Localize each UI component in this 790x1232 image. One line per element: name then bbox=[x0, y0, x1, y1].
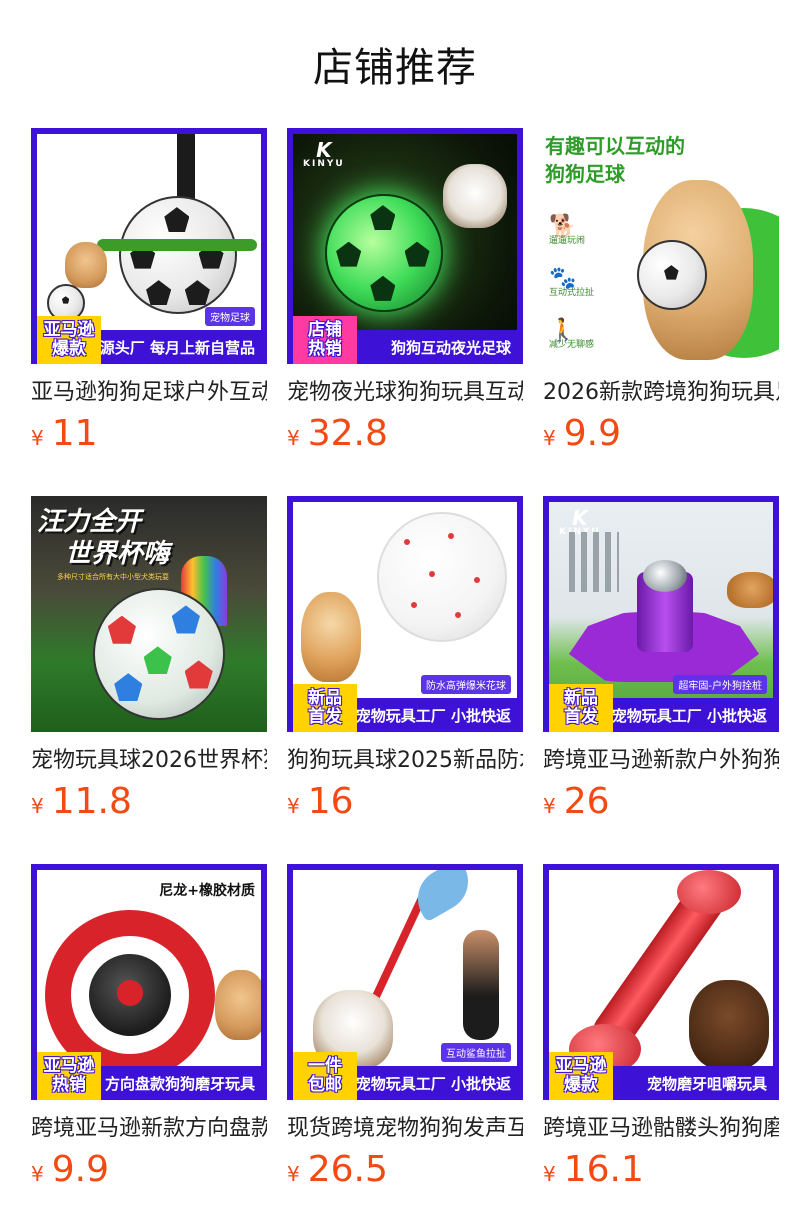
product-image[interactable]: K KINYU 宠物磨牙咀嚼玩具 亚马逊 爆款 bbox=[543, 864, 779, 1100]
product-price: ¥9.9 bbox=[31, 1149, 109, 1190]
product-title[interactable]: 亚马逊狗狗足球户外互动训练玩具 bbox=[31, 378, 267, 408]
promo-badge: 一件 包邮 bbox=[293, 1052, 357, 1100]
product-price: ¥26.5 bbox=[287, 1149, 388, 1190]
product-title[interactable]: 宠物玩具球2026世界杯狗狗足球 bbox=[31, 746, 267, 776]
product-title[interactable]: 跨境亚马逊新款方向盘款狗狗磨牙玩具 bbox=[31, 1114, 267, 1144]
product-title[interactable]: 跨境亚马逊新款户外狗狗拴桩 bbox=[543, 746, 779, 776]
dog-image bbox=[65, 242, 107, 288]
product-title[interactable]: 狗狗玩具球2025新品防水高弹爆米花球 bbox=[287, 746, 523, 776]
product-card[interactable]: K KINYU 防水高弹爆米花球 宠物玩具工厂 小批快返 新品 首发 狗狗玩具球20… bbox=[287, 496, 523, 822]
product-card[interactable]: KKINYU 超牢固-户外狗拴桩 宠物玩具工厂 小批快返 新品首发 跨境亚马逊新… bbox=[543, 496, 779, 822]
image-headline: 汪力全开 世界杯嗨 bbox=[37, 507, 170, 569]
product-card[interactable]: 有趣可以互动的 狗狗足球 🐕 遛遛玩闹 🐾 互动式拉扯 🚶 减少无聊感 2026新款跨境… bbox=[543, 128, 779, 454]
brand-logo: KKINYU bbox=[559, 874, 601, 905]
image-tag: 宠物足球 bbox=[205, 307, 255, 326]
product-title[interactable]: 2026新款跨境狗狗玩具足球互动 bbox=[543, 378, 779, 408]
page-title: 店铺推荐 bbox=[313, 45, 477, 91]
dog-image bbox=[443, 164, 507, 228]
feature-list: 🐕 遛遛玩闹 🐾 互动式拉扯 🚶 减少无聊感 bbox=[549, 214, 595, 351]
product-card[interactable]: KKINYU 狗狗互动夜光足球 店铺热销 宠物夜光球狗狗玩具互动夜光足球 ¥32… bbox=[287, 128, 523, 454]
image-tag: 互动鲨鱼拉扯 bbox=[441, 1043, 511, 1062]
promo-badge: 亚马逊 爆款 bbox=[549, 1052, 613, 1100]
shop-recommend-header: 店铺推荐 bbox=[0, 0, 790, 128]
brand-logo: KKINYU bbox=[303, 138, 345, 169]
image-subtitle: 多种尺寸适合所有大中小型犬类玩耍 bbox=[57, 573, 169, 581]
product-price: ¥11.8 bbox=[31, 781, 132, 822]
brand-logo: KKINYU bbox=[303, 874, 345, 905]
brand-logo: KKINYU bbox=[47, 874, 89, 905]
promo-badge: 新品 首发 bbox=[549, 684, 613, 732]
soccer-ball-icon bbox=[119, 196, 237, 314]
product-price: ¥11 bbox=[31, 413, 98, 454]
product-price: ¥16 bbox=[287, 781, 354, 822]
dog-image bbox=[301, 592, 361, 682]
promo-badge: 亚马逊 热销 bbox=[37, 1052, 101, 1100]
promo-badge: 亚马逊 爆款 bbox=[37, 316, 101, 364]
product-card[interactable]: K KINYU 互动鲨鱼拉扯 宠物玩具工厂 小批快返 一件 包邮 现货跨境宠物狗狗发… bbox=[287, 864, 523, 1190]
brand-logo: KKINYU bbox=[47, 138, 89, 169]
product-card[interactable]: K KINYU 尼龙+橡胶材质 方向盘款狗狗磨牙玩具 亚马逊 热销 跨境亚马逊新款方… bbox=[31, 864, 267, 1190]
product-image[interactable]: K KINYU 狗狗互动夜光足球 店铺 热销 bbox=[287, 128, 523, 364]
product-price: ¥32.8 bbox=[287, 413, 388, 454]
product-title[interactable]: 宠物夜光球狗狗玩具互动夜光足球 bbox=[287, 378, 523, 408]
image-headline: 尼龙+橡胶材质 bbox=[159, 883, 255, 899]
dog-image bbox=[727, 572, 773, 608]
product-image[interactable]: 汪力全开 世界杯嗨 多种尺寸适合所有大中小型犬类玩耍 bbox=[31, 496, 267, 732]
product-image[interactable]: 有趣可以互动的 狗狗足球 🐕 遛遛玩闹 🐾 互动式拉扯 🚶 减少无聊感 bbox=[543, 128, 779, 364]
product-image[interactable]: K KINYU 宠物足球 源头厂 每月上新自营品 亚马逊 爆款 bbox=[31, 128, 267, 364]
product-image[interactable]: KKINYU 超牢固-户外狗拴桩 宠物玩具工厂 小批快返 新品首发 bbox=[543, 496, 779, 732]
product-price: ¥26 bbox=[543, 781, 610, 822]
image-headline: 有趣可以互动的 狗狗足球 bbox=[545, 134, 685, 186]
product-title[interactable]: 跨境亚马逊骷髅头狗狗磨牙咀嚼玩具 bbox=[543, 1114, 779, 1144]
product-image[interactable]: K KINYU 尼龙+橡胶材质 方向盘款狗狗磨牙玩具 亚马逊 热销 bbox=[31, 864, 267, 1100]
product-price: ¥9.9 bbox=[543, 413, 621, 454]
product-image[interactable]: K KINYU 互动鲨鱼拉扯 宠物玩具工厂 小批快返 一件 包邮 bbox=[287, 864, 523, 1100]
popcorn-ball-icon bbox=[377, 512, 507, 642]
dog-image bbox=[689, 980, 769, 1070]
product-price: ¥16.1 bbox=[543, 1149, 644, 1190]
image-tag: 防水高弹爆米花球 bbox=[421, 675, 511, 694]
product-image[interactable]: K KINYU 防水高弹爆米花球 宠物玩具工厂 小批快返 新品 首发 bbox=[287, 496, 523, 732]
product-card[interactable]: 汪力全开 世界杯嗨 多种尺寸适合所有大中小型犬类玩耍 宠物玩具球2026世界杯狗… bbox=[31, 496, 267, 822]
product-card[interactable]: K KINYU 宠物足球 源头厂 每月上新自营品 亚马逊 爆款 亚马逊狗狗足球户外互… bbox=[31, 128, 267, 454]
person-image bbox=[463, 930, 499, 1040]
glow-ball-icon bbox=[325, 194, 443, 312]
promo-badge: 店铺 热销 bbox=[293, 316, 357, 364]
brand-logo: KKINYU bbox=[303, 506, 345, 537]
dog-image bbox=[215, 970, 261, 1040]
promo-badge: 新品 首发 bbox=[293, 684, 357, 732]
image-tag: 超牢固-户外狗拴桩 bbox=[673, 675, 767, 694]
worldcup-ball-icon bbox=[93, 588, 225, 720]
product-card[interactable]: KKINYU 宠物磨牙咀嚼玩具 亚马逊爆款 跨境亚马逊骷髅头狗狗磨牙咀嚼玩具 ¥… bbox=[543, 864, 779, 1190]
product-title[interactable]: 现货跨境宠物狗狗发声互动鲨鱼拉扯 bbox=[287, 1114, 523, 1144]
